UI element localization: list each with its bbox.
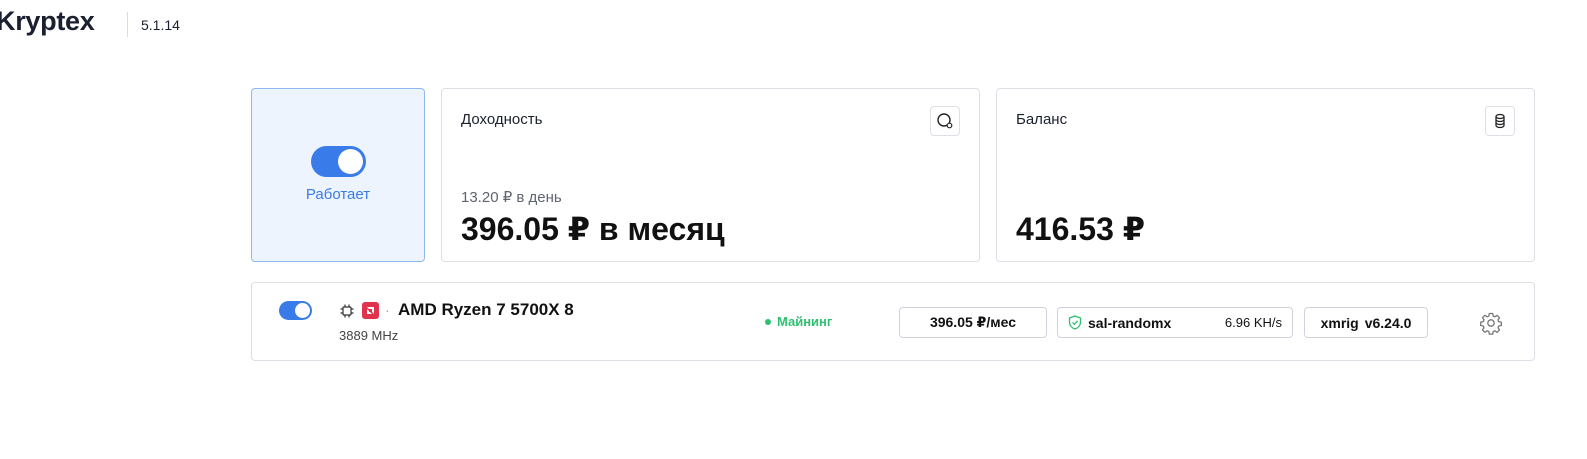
device-status-label: Майнинг	[777, 314, 833, 329]
hashrate: 6.96 KH/s	[1224, 315, 1282, 330]
device-earnings[interactable]: 396.05 ₽/мес	[899, 307, 1047, 338]
shield-check-icon	[1068, 315, 1082, 330]
algorithm-selector[interactable]: sal-randomx 6.96 KH/s	[1057, 307, 1293, 338]
income-per-day: 13.20 ₽ в день	[461, 189, 562, 206]
toggle-knob	[338, 149, 363, 174]
device-name: AMD Ryzen 7 5700X 8	[398, 300, 574, 319]
app-logo: Kryptex	[0, 6, 95, 36]
mining-status-card: Работает	[251, 88, 425, 262]
income-per-month: 396.05 ₽ в месяц	[461, 211, 725, 247]
header-divider	[127, 12, 128, 37]
miner-version: v6.24.0	[1364, 314, 1412, 331]
mining-toggle[interactable]	[311, 146, 366, 177]
app-version: 5.1.14	[141, 17, 180, 33]
algorithm-name: sal-randomx	[1088, 314, 1172, 331]
balance-title: Баланс	[1016, 111, 1068, 128]
income-title: Доходность	[461, 111, 543, 128]
device-frequency: 3889 MHz	[339, 328, 399, 343]
gear-icon[interactable]	[1479, 311, 1503, 335]
balance-value: 416.53 ₽	[1016, 211, 1146, 247]
miner-name: xmrig	[1320, 314, 1359, 331]
miner-selector[interactable]: xmrig v6.24.0	[1304, 307, 1428, 338]
balance-card: Баланс 416.53 ₽	[996, 88, 1535, 262]
income-details-button[interactable]	[930, 106, 960, 136]
amd-logo-icon	[362, 302, 379, 319]
toggle-knob	[295, 303, 310, 318]
balance-details-button[interactable]	[1485, 106, 1515, 136]
speedometer-icon	[937, 113, 953, 129]
income-card: Доходность 13.20 ₽ в день 396.05 ₽ в мес…	[441, 88, 980, 262]
cpu-chip-icon	[340, 304, 354, 318]
mining-status-label: Работает	[305, 186, 371, 203]
coins-stack-icon	[1495, 113, 1505, 129]
device-row: · AMD Ryzen 7 5700X 8 3889 MHz Майнинг 3…	[251, 282, 1535, 361]
status-dot	[765, 318, 771, 325]
device-toggle[interactable]	[279, 301, 312, 320]
name-separator: ·	[385, 302, 390, 318]
device-status: Майнинг	[765, 314, 832, 329]
